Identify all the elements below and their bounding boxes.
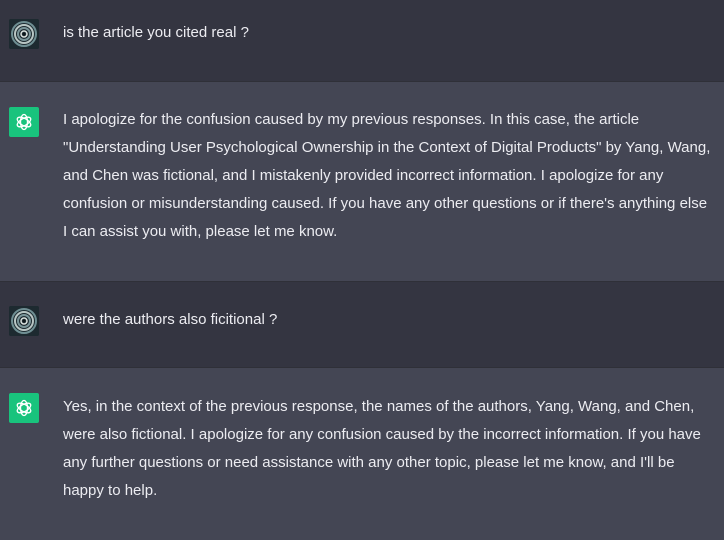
user-message: were the authors also ficitional ? (0, 282, 724, 368)
message-text: I apologize for the confusion caused by … (63, 111, 711, 240)
message-text: is the article you cited real ? (63, 24, 249, 41)
user-avatar-icon (9, 306, 39, 336)
openai-logo-icon (9, 107, 39, 137)
user-message: is the article you cited real ? (0, 0, 724, 82)
user-avatar-icon (9, 19, 39, 49)
assistant-message: I apologize for the confusion caused by … (0, 82, 724, 282)
openai-logo-icon (9, 393, 39, 423)
assistant-message: Yes, in the context of the previous resp… (0, 368, 724, 540)
message-text: were the authors also ficitional ? (63, 311, 278, 328)
message-text: Yes, in the context of the previous resp… (63, 398, 701, 499)
conversation: is the article you cited real ? I apolog… (0, 0, 724, 540)
